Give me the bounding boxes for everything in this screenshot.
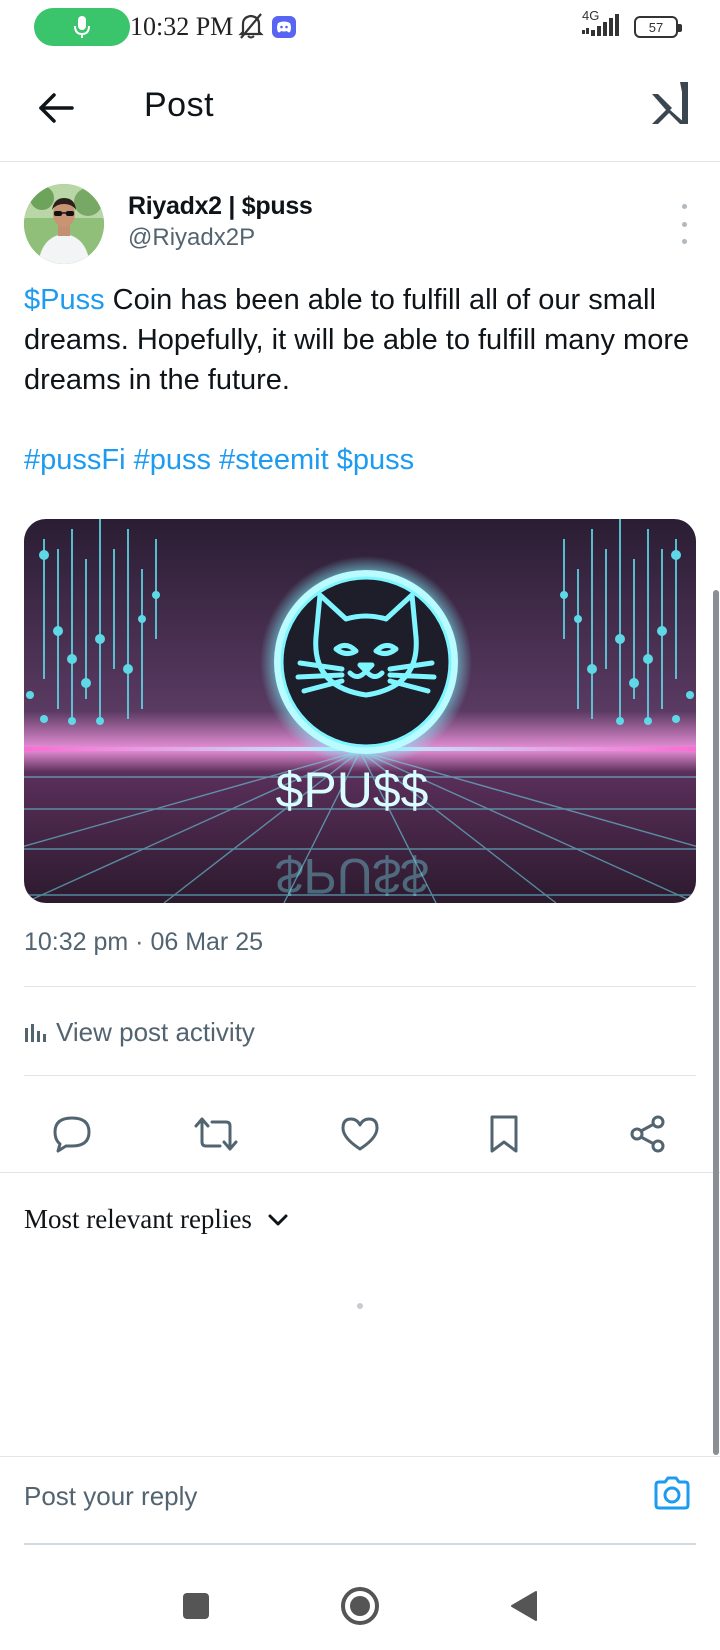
- post-text: $Puss Coin has been able to fulfill all …: [24, 280, 696, 480]
- back-nav-button[interactable]: [500, 1582, 548, 1630]
- page-title: Post: [144, 86, 215, 124]
- discord-icon: [272, 16, 296, 38]
- status-time: 10:32 PM: [130, 12, 234, 41]
- reply-button[interactable]: [44, 1106, 100, 1162]
- replies-sort-dropdown[interactable]: Most relevant replies: [24, 1204, 288, 1235]
- divider: [24, 986, 696, 987]
- dot-icon: [681, 239, 687, 244]
- puss-coin-artwork: $PU$$ $PU$$: [24, 519, 696, 903]
- battery-icon: 57: [634, 16, 682, 38]
- dot-icon: [681, 221, 687, 227]
- more-options-button[interactable]: [672, 204, 696, 244]
- post-timestamp: 10:32 pm · 06 Mar 25: [24, 928, 264, 956]
- chevron-down-icon: [268, 1214, 288, 1225]
- post-author: Riyadx2 | $puss @Riyadx2P: [24, 184, 696, 268]
- reply-composer: [0, 1456, 720, 1544]
- post-actions: [0, 1096, 720, 1170]
- divider: [24, 1075, 696, 1076]
- share-button[interactable]: [620, 1106, 676, 1162]
- camera-icon: [654, 1476, 690, 1510]
- analytics-icon: [25, 1024, 46, 1042]
- loading-indicator: [357, 1303, 363, 1309]
- hashtag-link[interactable]: #pussFi: [24, 444, 126, 476]
- replies-sort-label: Most relevant replies: [24, 1204, 252, 1234]
- mute-icon: [238, 13, 264, 39]
- mic-icon: [74, 16, 90, 38]
- comment-icon: [53, 1116, 91, 1153]
- profile-photo: [24, 184, 104, 264]
- camera-button[interactable]: [650, 1471, 694, 1515]
- status-bar: 10:32 PM 4G 57: [0, 0, 720, 54]
- heart-icon: [341, 1117, 379, 1151]
- page: 10:32 PM 4G 57 Post Riyadx2 | $puss @Riy…: [0, 0, 720, 1650]
- signal-icon: [582, 14, 619, 36]
- system-nav-bar: [0, 1560, 720, 1650]
- back-button[interactable]: [30, 82, 82, 134]
- media-text-reflection: $PU$$: [276, 848, 429, 903]
- battery-level: 57: [648, 19, 664, 35]
- scrollbar[interactable]: [713, 590, 719, 1455]
- triangle-back-icon: [511, 1591, 537, 1621]
- like-button[interactable]: [332, 1106, 388, 1162]
- hashtag-link[interactable]: #puss: [134, 444, 211, 476]
- avatar[interactable]: [24, 184, 104, 264]
- reply-input[interactable]: [24, 1471, 624, 1521]
- bookmark-button[interactable]: [476, 1106, 532, 1162]
- media-text: $PU$$: [276, 762, 429, 818]
- home-button[interactable]: [336, 1582, 384, 1630]
- cashtag-link[interactable]: $puss: [337, 444, 414, 476]
- user-handle[interactable]: @Riyadx2P: [128, 224, 255, 252]
- circle-icon: [341, 1587, 379, 1625]
- square-icon: [183, 1593, 209, 1619]
- share-icon: [630, 1115, 665, 1153]
- bookmark-icon: [490, 1115, 518, 1153]
- reply-input-underline: [24, 1543, 696, 1545]
- repost-button[interactable]: [188, 1106, 244, 1162]
- divider: [0, 1172, 720, 1173]
- hashtag-row: #pussFi #puss #steemit $puss: [24, 440, 696, 480]
- view-activity-link[interactable]: View post activity: [24, 1012, 255, 1052]
- mic-indicator[interactable]: [34, 8, 130, 46]
- hashtag-link[interactable]: #steemit: [219, 444, 329, 476]
- activity-label: View post activity: [56, 1016, 255, 1047]
- post-image[interactable]: $PU$$ $PU$$: [24, 519, 696, 903]
- display-name[interactable]: Riyadx2 | $puss: [128, 192, 313, 221]
- recents-button[interactable]: [172, 1582, 220, 1630]
- cashtag-link[interactable]: $Puss: [24, 284, 105, 316]
- post-text-body: Coin has been able to fulfill all of our…: [24, 284, 690, 396]
- dot-icon: [681, 204, 687, 209]
- arrow-left-icon: [39, 93, 74, 123]
- grok-logo-icon[interactable]: [650, 80, 694, 126]
- top-app-bar: Post: [0, 54, 720, 162]
- repost-icon: [194, 1117, 238, 1151]
